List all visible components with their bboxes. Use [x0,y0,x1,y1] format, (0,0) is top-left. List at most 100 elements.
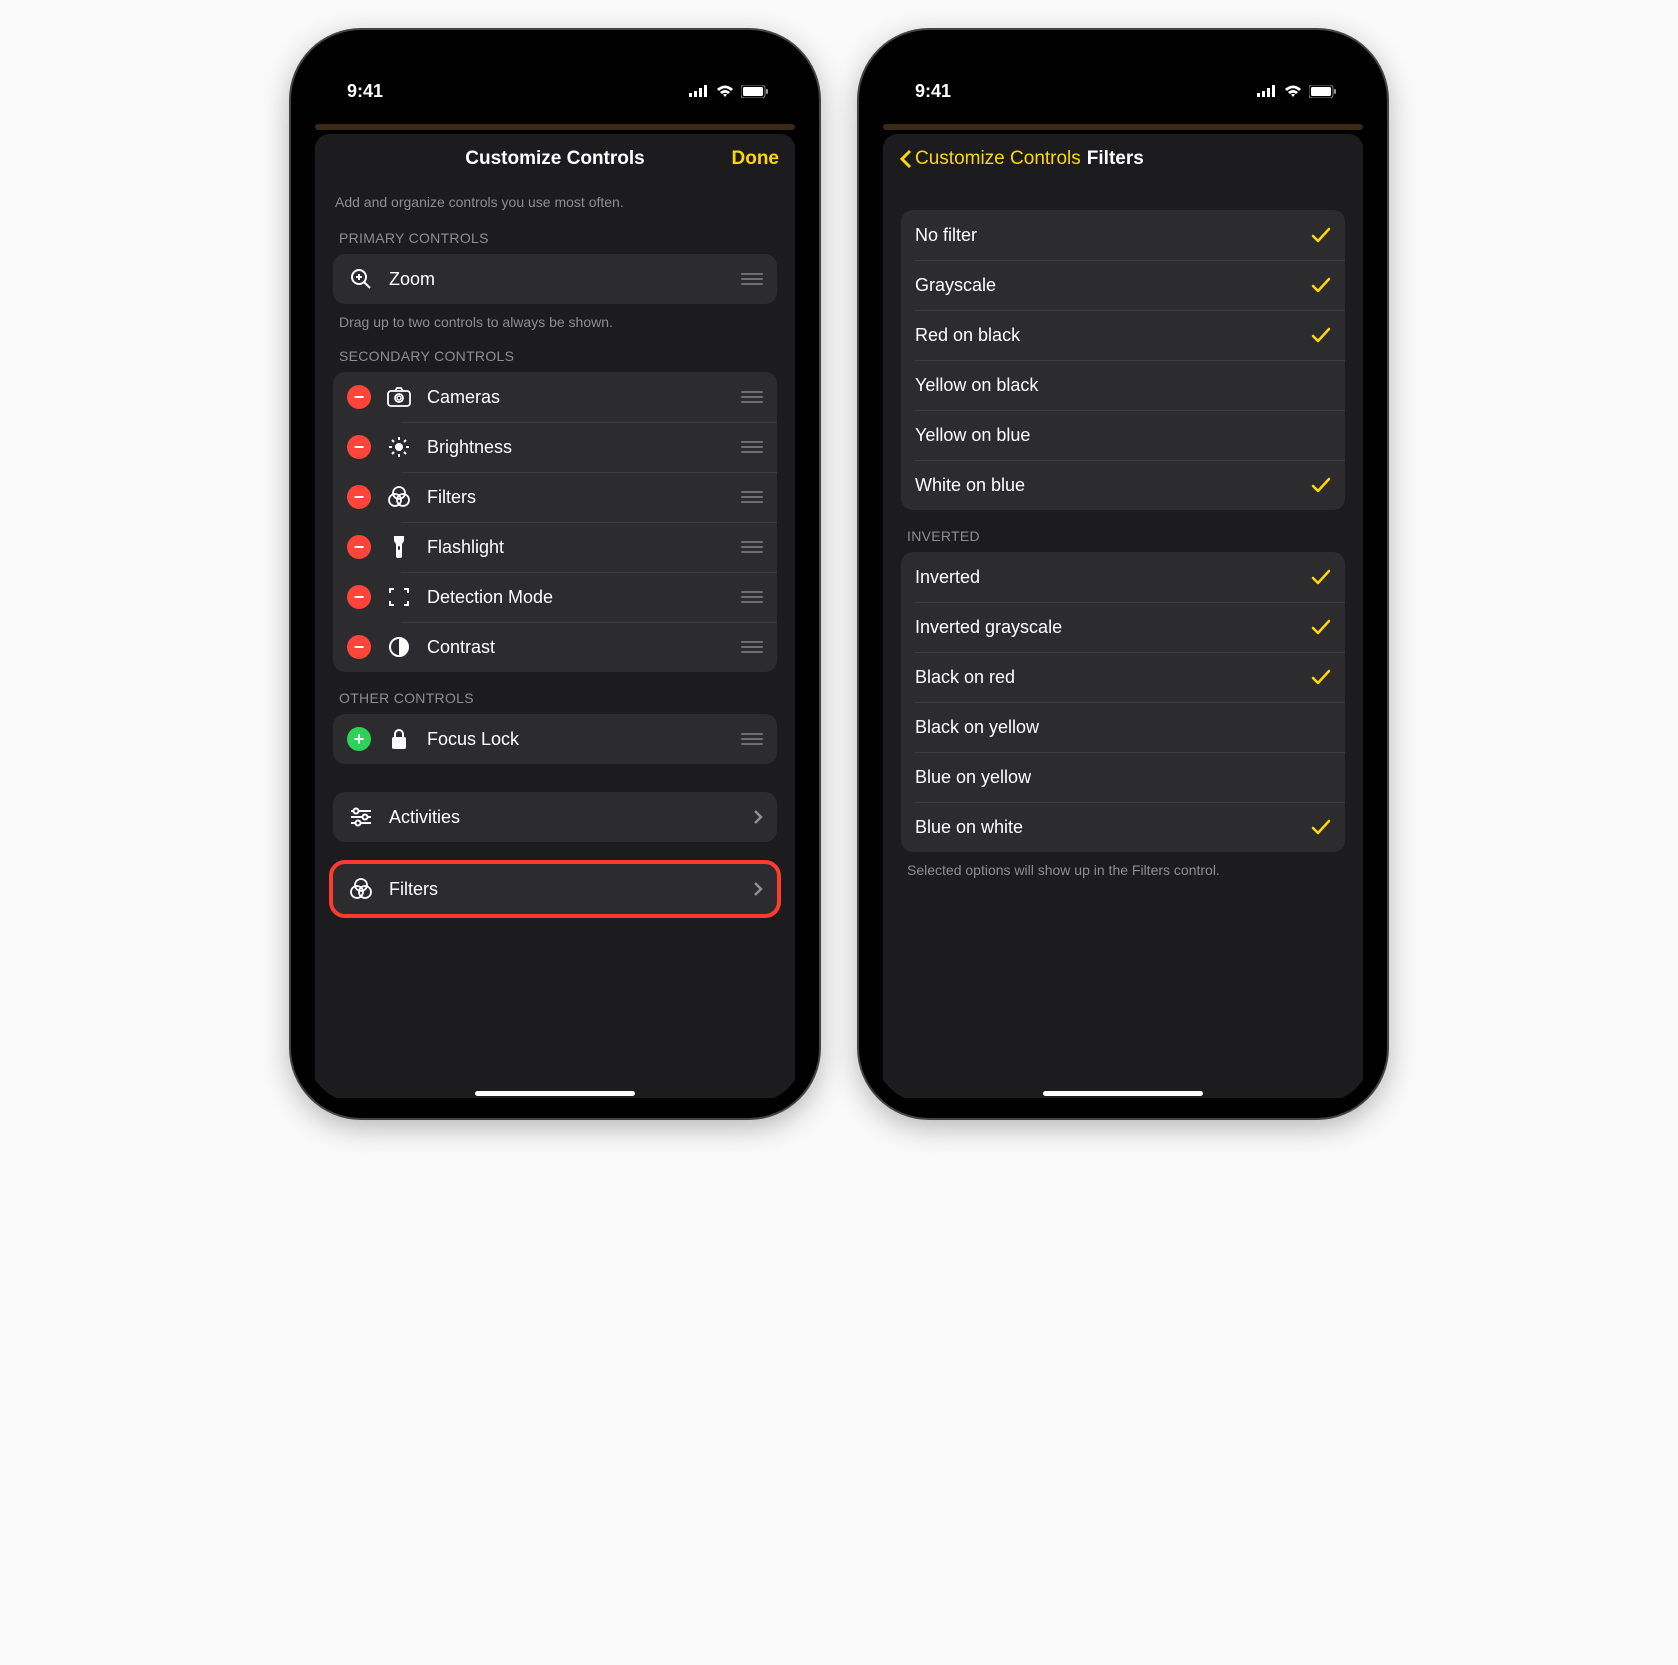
drag-handle[interactable] [741,488,763,506]
add-button[interactable]: + [347,727,371,751]
contrast-label: Contrast [427,637,727,658]
activities-group: Activities [333,792,777,842]
cellular-icon [689,85,709,97]
background-hint [883,124,1363,130]
other-group: + Focus Lock [333,714,777,764]
dynamic-island [485,60,625,98]
back-label: Customize Controls [915,148,1081,170]
brightness-row[interactable]: − Brightness [333,422,777,472]
battery-icon [741,85,769,98]
chevron-right-icon [753,809,763,825]
filter-option-row[interactable]: No filter [901,210,1345,260]
filter-option-row[interactable]: Inverted grayscale [901,602,1345,652]
flashlight-row[interactable]: − Flashlight [333,522,777,572]
status-time: 9:41 [347,81,383,102]
filter-option-row[interactable]: Blue on white [901,802,1345,852]
filter-option-label: Grayscale [915,275,1297,296]
remove-button[interactable]: − [347,385,371,409]
filter-option-label: Yellow on black [915,375,1331,396]
battery-icon [1309,85,1337,98]
detection-mode-icon [385,585,413,609]
filter-option-row[interactable]: Yellow on black [901,360,1345,410]
remove-button[interactable]: − [347,535,371,559]
home-indicator[interactable] [1043,1091,1203,1096]
contrast-row[interactable]: − Contrast [333,622,777,672]
filter-option-label: Inverted grayscale [915,617,1297,638]
filters-icon [347,877,375,901]
remove-button[interactable]: − [347,585,371,609]
focus-lock-row[interactable]: + Focus Lock [333,714,777,764]
filter-option-row[interactable]: White on blue [901,460,1345,510]
wifi-icon [715,84,735,98]
contrast-icon [385,636,413,658]
activities-icon [347,807,375,827]
settings-sheet: Customize Controls Done Add and organize… [315,134,795,1098]
drag-handle[interactable] [741,588,763,606]
checkmark-icon [1311,568,1331,586]
filters-row[interactable]: − Filters [333,472,777,522]
focus-lock-label: Focus Lock [427,729,727,750]
filter-option-label: Blue on yellow [915,767,1331,788]
cameras-icon [385,386,413,408]
filter-option-row[interactable]: Red on black [901,310,1345,360]
drag-handle[interactable] [741,388,763,406]
filters-footer: Selected options will show up in the Fil… [907,862,1343,878]
secondary-header: SECONDARY CONTROLS [339,348,775,364]
secondary-group: − Cameras − Brightness − Filter [333,372,777,672]
dynamic-island [1053,60,1193,98]
filter-option-label: Yellow on blue [915,425,1331,446]
lock-icon [385,728,413,750]
wifi-icon [1283,84,1303,98]
status-time: 9:41 [915,81,951,102]
zoom-row[interactable]: Zoom [333,254,777,304]
flashlight-icon [385,534,413,560]
detection-mode-row[interactable]: − Detection Mode [333,572,777,622]
filter-option-row[interactable]: Inverted [901,552,1345,602]
filter-option-label: White on blue [915,475,1297,496]
filter-option-label: Black on yellow [915,717,1331,738]
back-button[interactable]: Customize Controls [899,148,1081,170]
other-header: OTHER CONTROLS [339,690,775,706]
filter-option-label: Inverted [915,567,1297,588]
nav-bar: Customize Controls Done [315,134,795,184]
primary-group: Zoom [333,254,777,304]
filter-option-row[interactable]: Yellow on blue [901,410,1345,460]
brightness-icon [385,435,413,459]
filter-option-label: No filter [915,225,1297,246]
screen-left: 9:41 Customize Controls Done Add and org… [305,44,805,1104]
filter-option-row[interactable]: Blue on yellow [901,752,1345,802]
chevron-right-icon [753,881,763,897]
activities-row[interactable]: Activities [333,792,777,842]
primary-footer: Drag up to two controls to always be sho… [339,314,775,330]
checkmark-icon [1311,668,1331,686]
checkmark-icon [1311,326,1331,344]
background-hint [315,124,795,130]
filter-option-row[interactable]: Grayscale [901,260,1345,310]
flashlight-label: Flashlight [427,537,727,558]
remove-button[interactable]: − [347,485,371,509]
drag-handle[interactable] [741,270,763,288]
filters-link-row[interactable]: Filters [333,864,777,914]
nav-title: Filters [1087,148,1144,170]
intro-caption: Add and organize controls you use most o… [335,194,775,210]
filters-sheet: Customize Controls Filters No filter Gray… [883,134,1363,1098]
remove-button[interactable]: − [347,635,371,659]
drag-handle[interactable] [741,638,763,656]
nav-bar: Customize Controls Filters [883,134,1363,184]
filter-option-row[interactable]: Black on yellow [901,702,1345,752]
zoom-label: Zoom [389,269,727,290]
inverted-group: Inverted Inverted grayscale Black on red Bl… [901,552,1345,852]
filter-option-label: Blue on white [915,817,1297,838]
drag-handle[interactable] [741,438,763,456]
home-indicator[interactable] [475,1091,635,1096]
filters-label: Filters [427,487,727,508]
filters-icon [385,485,413,509]
detection-mode-label: Detection Mode [427,587,727,608]
cameras-row[interactable]: − Cameras [333,372,777,422]
filter-option-row[interactable]: Black on red [901,652,1345,702]
drag-handle[interactable] [741,730,763,748]
drag-handle[interactable] [741,538,763,556]
remove-button[interactable]: − [347,435,371,459]
filter-option-label: Black on red [915,667,1297,688]
zoom-icon [347,267,375,291]
